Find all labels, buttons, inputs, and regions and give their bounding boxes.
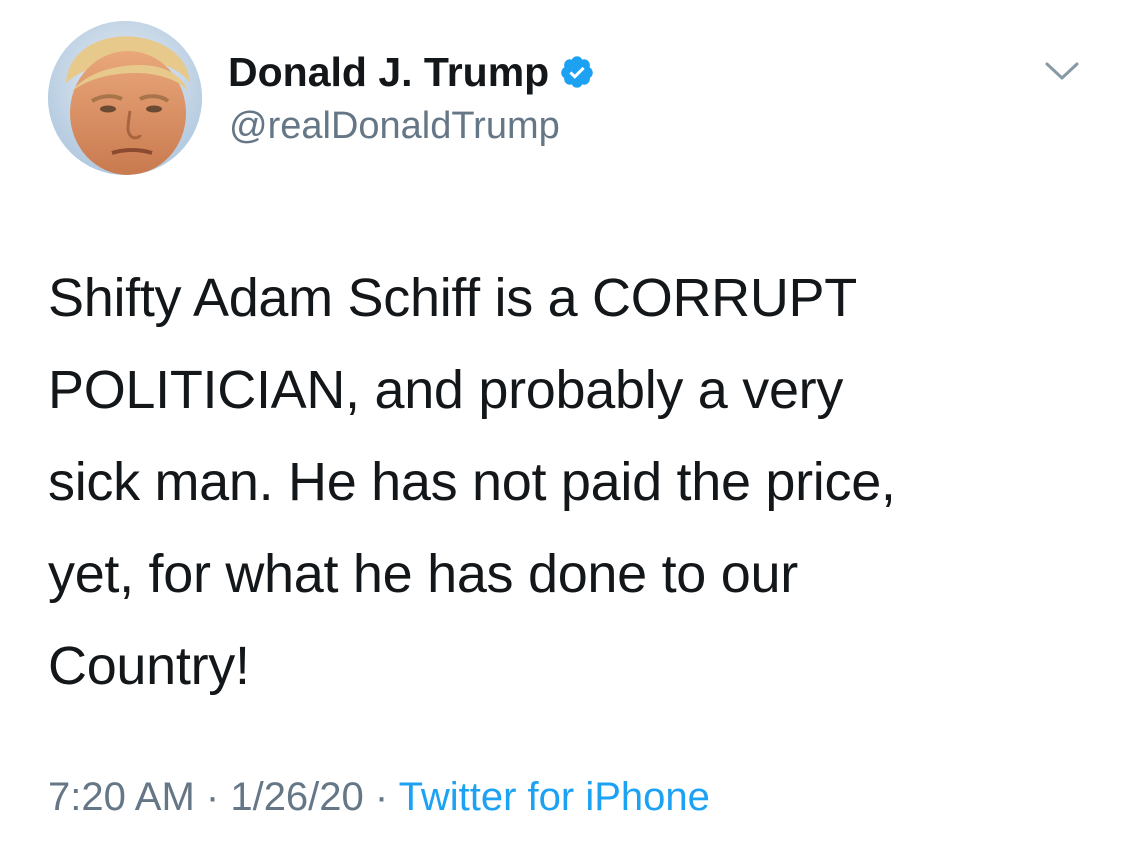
user-handle[interactable]: @realDonaldTrump: [229, 103, 560, 149]
tweet-text: Shifty Adam Schiff is a CORRUPT POLITICI…: [48, 252, 1088, 712]
tweet-text-line: POLITICIAN, and probably a very: [48, 360, 844, 420]
author-name-row[interactable]: Donald J. Trump: [228, 48, 595, 96]
chevron-down-icon[interactable]: [1042, 56, 1082, 86]
tweet-meta: 7:20 AM · 1/26/20 · Twitter for iPhone: [48, 771, 710, 823]
tweet-source-link[interactable]: Twitter for iPhone: [399, 775, 710, 819]
tweet-text-line: Country!: [48, 636, 250, 696]
verified-badge-icon: [559, 54, 595, 90]
display-name[interactable]: Donald J. Trump: [228, 48, 549, 96]
avatar[interactable]: [48, 21, 202, 175]
meta-separator: ·: [374, 775, 399, 819]
meta-separator: ·: [205, 775, 231, 819]
profile-photo-icon: [48, 21, 202, 175]
tweet-date[interactable]: 1/26/20: [230, 775, 363, 819]
tweet-time[interactable]: 7:20 AM: [48, 775, 195, 819]
tweet-card: Donald J. Trump @realDonaldTrump Shifty …: [0, 0, 1125, 850]
tweet-text-line: Shifty Adam Schiff is a CORRUPT: [48, 268, 857, 328]
tweet-text-line: yet, for what he has done to our: [48, 544, 798, 604]
tweet-text-line: sick man. He has not paid the price,: [48, 452, 896, 512]
